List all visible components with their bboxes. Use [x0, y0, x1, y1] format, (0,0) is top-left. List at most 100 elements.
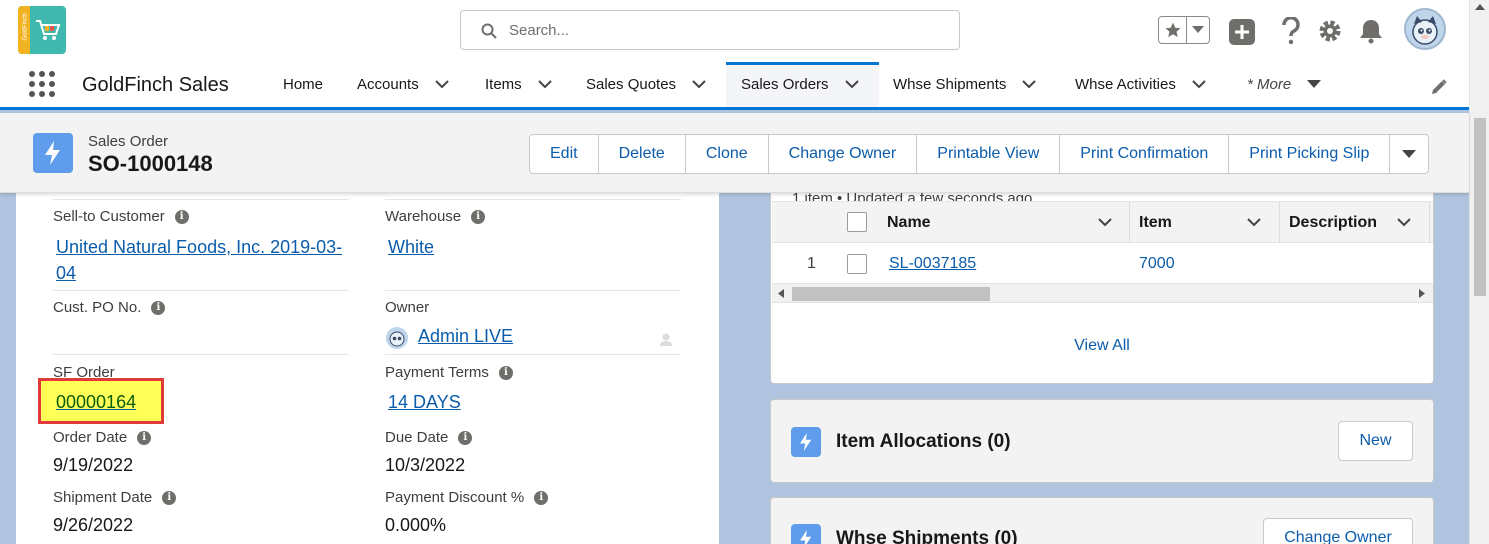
- sell-to-customer-link[interactable]: United Natural Foods, Inc. 2019-03- 04: [56, 234, 342, 286]
- view-all-link[interactable]: View All: [771, 337, 1433, 355]
- nav-more-menu[interactable]: * More: [1247, 62, 1322, 107]
- chevron-down-icon: [1192, 26, 1204, 33]
- field-order-date: Order Date i 9/19/2022: [53, 425, 349, 485]
- field-due-date: Due Date i 10/3/2022: [385, 425, 681, 485]
- whse-shipments-title[interactable]: Whse Shipments (0): [836, 528, 1018, 544]
- lightning-bolt-icon: [45, 141, 60, 165]
- info-icon[interactable]: i: [137, 430, 152, 445]
- info-icon[interactable]: i: [174, 209, 189, 224]
- info-icon[interactable]: i: [151, 300, 166, 315]
- plus-icon[interactable]: [1228, 18, 1256, 46]
- delete-button[interactable]: Delete: [599, 135, 686, 173]
- owner-link[interactable]: Admin LIVE: [418, 323, 513, 349]
- whse-shipments-card: Whse Shipments (0) Change Owner: [770, 497, 1434, 544]
- chevron-down-icon[interactable]: [1022, 80, 1037, 89]
- nav-tab-accounts[interactable]: Accounts: [357, 62, 449, 107]
- app-logo[interactable]: GoldFinch: [18, 6, 66, 54]
- edit-button[interactable]: Edit: [530, 135, 599, 173]
- row-checkbox[interactable]: [847, 254, 867, 274]
- nav-tab-whse-activities[interactable]: Whse Activities: [1075, 62, 1206, 107]
- change-owner-button[interactable]: Change Owner: [769, 135, 918, 173]
- favorites-button[interactable]: [1159, 17, 1187, 43]
- help-icon[interactable]: [1280, 17, 1302, 45]
- payment-terms-link[interactable]: 14 DAYS: [388, 389, 461, 415]
- chevron-down-icon[interactable]: [1098, 218, 1112, 227]
- print-picking-slip-button[interactable]: Print Picking Slip: [1229, 135, 1391, 173]
- caret-down-icon: [1307, 80, 1322, 88]
- select-all-checkbox[interactable]: [847, 212, 867, 232]
- app-nav-bar: GoldFinch Sales Home Accounts Items Sale…: [0, 62, 1469, 110]
- gear-icon[interactable]: [1317, 18, 1343, 44]
- field-payment-discount: Payment Discount % i 0.000%: [385, 485, 681, 544]
- field-label: Payment Terms: [385, 364, 489, 381]
- nav-tab-whse-shipments[interactable]: Whse Shipments: [893, 62, 1037, 107]
- record-action-buttons: Edit Delete Clone Change Owner Printable…: [529, 134, 1430, 174]
- info-icon[interactable]: i: [162, 490, 177, 505]
- shipment-date-value: 9/26/2022: [53, 515, 134, 535]
- scroll-up-icon[interactable]: [1475, 4, 1485, 10]
- field-warehouse: Warehouse i White: [385, 199, 681, 291]
- print-confirmation-button[interactable]: Print Confirmation: [1060, 135, 1230, 173]
- bell-icon[interactable]: [1358, 18, 1384, 44]
- global-header: GoldFinch: [0, 0, 1469, 62]
- favorites-menu-button[interactable]: [1187, 17, 1209, 43]
- chevron-down-icon[interactable]: [537, 80, 552, 89]
- edit-nav-pencil-icon[interactable]: [1430, 78, 1448, 96]
- column-header-name[interactable]: Name: [887, 202, 931, 243]
- scroll-right-icon[interactable]: [1419, 289, 1425, 298]
- table-horizontal-scrollbar[interactable]: [772, 283, 1433, 303]
- scroll-thumb[interactable]: [792, 287, 990, 301]
- field-label: Cust. PO No.: [53, 299, 142, 316]
- printable-view-button[interactable]: Printable View: [917, 135, 1061, 173]
- favorites-group[interactable]: [1158, 16, 1210, 44]
- nav-tab-label: Whse Activities: [1075, 76, 1176, 93]
- page-vertical-scrollbar[interactable]: [1469, 0, 1489, 544]
- sf-order-link[interactable]: 00000164: [56, 389, 136, 415]
- info-icon[interactable]: i: [498, 365, 513, 380]
- column-header-item[interactable]: Item: [1139, 202, 1172, 243]
- app-name: GoldFinch Sales: [82, 74, 229, 96]
- chevron-down-icon[interactable]: [844, 80, 859, 89]
- clone-button[interactable]: Clone: [686, 135, 769, 173]
- table-row: 1 SL-0037185 7000: [772, 243, 1433, 283]
- warehouse-link[interactable]: White: [388, 234, 434, 260]
- nav-tab-label: Sales Orders: [741, 76, 829, 93]
- field-label: Sell-to Customer: [53, 208, 165, 225]
- nav-tab-sales-quotes[interactable]: Sales Quotes: [586, 62, 706, 107]
- nav-tab-items[interactable]: Items: [485, 62, 552, 107]
- order-date-value: 9/19/2022: [53, 455, 134, 475]
- info-icon[interactable]: i: [471, 209, 486, 224]
- search-input[interactable]: [509, 19, 939, 41]
- user-avatar[interactable]: [1404, 8, 1446, 50]
- chevron-down-icon[interactable]: [692, 80, 706, 89]
- change-owner-shipments-button[interactable]: Change Owner: [1263, 518, 1413, 544]
- nav-tab-sales-orders[interactable]: Sales Orders: [726, 62, 879, 107]
- sales-line-link[interactable]: SL-0037185: [889, 255, 976, 273]
- item-allocations-title[interactable]: Item Allocations (0): [836, 431, 1011, 453]
- chevron-down-icon[interactable]: [434, 80, 449, 89]
- lightning-bolt-icon: [800, 433, 812, 451]
- info-icon[interactable]: i: [534, 490, 549, 505]
- chevron-down-icon[interactable]: [1192, 80, 1206, 89]
- nav-tab-home[interactable]: Home: [283, 62, 323, 107]
- nav-tab-label: Sales Quotes: [586, 76, 677, 93]
- scroll-left-icon[interactable]: [778, 289, 784, 298]
- chevron-down-icon[interactable]: [1397, 218, 1411, 227]
- sales-lines-card: 1 item • Updated a few seconds ago Name …: [770, 168, 1434, 384]
- new-allocation-button[interactable]: New: [1338, 421, 1413, 461]
- field-shipment-date: Shipment Date i 9/26/2022: [53, 485, 349, 544]
- more-actions-button[interactable]: [1390, 135, 1428, 173]
- change-owner-icon[interactable]: [659, 331, 675, 347]
- scroll-thumb[interactable]: [1474, 118, 1486, 296]
- app-launcher-icon[interactable]: [28, 70, 56, 98]
- field-sf-order: SF Order 00000164: [53, 355, 349, 425]
- star-icon: [1165, 22, 1180, 38]
- chevron-down-icon[interactable]: [1247, 218, 1261, 227]
- global-search[interactable]: [460, 10, 960, 50]
- whse-shipments-icon: [791, 524, 821, 544]
- field-label: Owner: [385, 299, 430, 316]
- info-icon[interactable]: i: [458, 430, 473, 445]
- caret-down-icon: [1402, 149, 1417, 158]
- column-header-description[interactable]: Description: [1289, 202, 1377, 243]
- item-link[interactable]: 7000: [1139, 255, 1175, 273]
